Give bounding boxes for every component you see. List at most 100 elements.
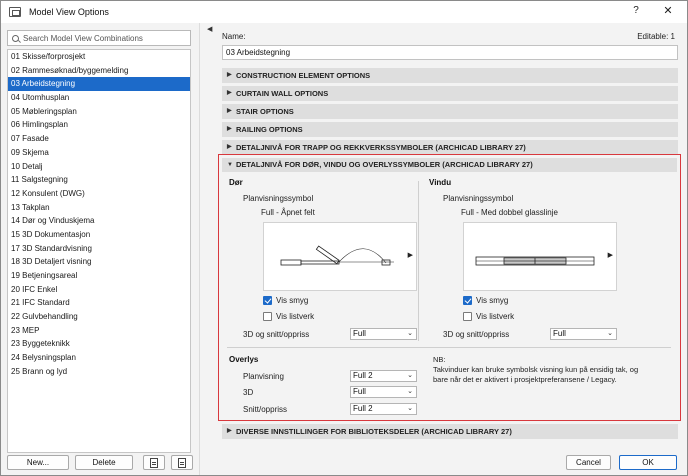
combination-item[interactable]: 18 3D Detaljert visning xyxy=(8,255,190,269)
combination-item[interactable]: 03 Arbeidstegning xyxy=(8,77,190,92)
window-section-label: 3D og snitt/oppriss xyxy=(443,330,510,339)
door-section-select[interactable]: Full ⌄ xyxy=(350,328,417,340)
combination-item[interactable]: 05 Møbleringsplan xyxy=(8,105,190,119)
window-title: Model View Options xyxy=(29,7,109,17)
combination-item[interactable]: 14 Dør og Vinduskjema xyxy=(8,214,190,228)
combination-item[interactable]: 10 Detalj xyxy=(8,160,190,174)
door-title: Dør xyxy=(229,178,243,187)
overlys-3d-label: 3D xyxy=(243,388,254,397)
cancel-button[interactable]: Cancel xyxy=(566,455,611,470)
combination-item[interactable]: 23 MEP xyxy=(8,324,190,338)
close-button[interactable]: ✕ xyxy=(661,4,675,17)
section-diverse-innstillinger[interactable]: ▶ DIVERSE INNSTILLINGER FOR BIBLIOTEKSDE… xyxy=(222,424,678,439)
combination-item[interactable]: 12 Konsulent (DWG) xyxy=(8,187,190,201)
row-divider xyxy=(227,347,671,348)
preview-next-icon[interactable]: ▶ xyxy=(408,251,413,259)
combination-item[interactable]: 22 Gulvbehandling xyxy=(8,310,190,324)
overlys-snitt-label: Snitt/oppriss xyxy=(243,405,288,414)
window-plan-symbol-value: Full - Med dobbel glasslinje xyxy=(461,208,558,217)
window-vis-smyg-checkbox[interactable] xyxy=(463,296,472,305)
combination-item[interactable]: 23 Byggeteknikk xyxy=(8,337,190,351)
options-panel: Name: Editable: 1 03 Arbeidstegning ▶ CO… xyxy=(213,23,687,475)
combination-item[interactable]: 04 Utomhusplan xyxy=(8,91,190,105)
name-field[interactable]: 03 Arbeidstegning xyxy=(222,45,678,60)
select-value: Full 2 xyxy=(353,371,373,380)
section-stair[interactable]: ▶ STAIR OPTIONS xyxy=(222,104,678,119)
import-button[interactable] xyxy=(171,455,193,470)
door-symbol-graphic xyxy=(280,245,394,266)
title-bar: Model View Options ? ✕ xyxy=(1,1,687,23)
door-plan-symbol-label: Planvisningssymbol xyxy=(243,194,314,203)
nb-label: NB: xyxy=(433,355,446,364)
door-section-label: 3D og snitt/oppriss xyxy=(243,330,310,339)
app-icon xyxy=(9,7,21,17)
select-value: Full xyxy=(553,329,566,338)
section-curtain-wall[interactable]: ▶ CURTAIN WALL OPTIONS xyxy=(222,86,678,101)
new-button[interactable]: New... xyxy=(7,455,69,470)
section-title: DETALJNIVÅ FOR TRAPP OG REKKVERKSSYMBOLE… xyxy=(236,143,526,152)
caret-right-icon: ▶ xyxy=(227,144,232,150)
section-title: RAILING OPTIONS xyxy=(236,125,303,134)
panel-splitter[interactable]: ◀ xyxy=(199,23,213,475)
nb-text: Takvinduer kan bruke symbolsk visning ku… xyxy=(433,365,639,384)
select-value: Full xyxy=(353,329,366,338)
section-title: DETALJNIVÅ FOR DØR, VINDU OG OVERLYSSYMB… xyxy=(236,160,533,169)
combination-item[interactable]: 19 Betjeningsareal xyxy=(8,269,190,283)
caret-down-icon: ▼ xyxy=(227,162,233,168)
window-symbol-graphic xyxy=(475,256,595,266)
section-dor-vindu-overlys: ▼ DETALJNIVÅ FOR DØR, VINDU OG OVERLYSSY… xyxy=(218,154,681,421)
caret-right-icon: ▶ xyxy=(227,428,232,434)
preview-next-icon[interactable]: ▶ xyxy=(608,251,613,259)
combination-item[interactable]: 25 Brann og lyd xyxy=(8,365,190,379)
section-trapp-rekkverk[interactable]: ▶ DETALJNIVÅ FOR TRAPP OG REKKVERKSSYMBO… xyxy=(222,140,678,155)
door-symbol-preview[interactable]: ▶ xyxy=(263,222,417,291)
ok-button[interactable]: OK xyxy=(619,455,677,470)
combination-item[interactable]: 17 3D Standardvisning xyxy=(8,242,190,256)
combination-item[interactable]: 24 Belysningsplan xyxy=(8,351,190,365)
combination-item[interactable]: 11 Salgstegning xyxy=(8,173,190,187)
door-vis-smyg-checkbox[interactable] xyxy=(263,296,272,305)
combination-item[interactable]: 13 Takplan xyxy=(8,201,190,215)
section-construction-element[interactable]: ▶ CONSTRUCTION ELEMENT OPTIONS xyxy=(222,68,678,83)
window-vis-smyg-label: Vis smyg xyxy=(476,296,509,305)
section-railing[interactable]: ▶ RAILING OPTIONS xyxy=(222,122,678,137)
combination-item[interactable]: 20 IFC Enkel xyxy=(8,283,190,297)
editable-count: Editable: 1 xyxy=(637,32,675,41)
combination-item[interactable]: 02 Rammesøknad/byggemelding xyxy=(8,64,190,78)
combination-item[interactable]: 09 Skjema xyxy=(8,146,190,160)
search-icon xyxy=(12,34,19,42)
section-title: STAIR OPTIONS xyxy=(236,107,294,116)
overlys-snitt-select[interactable]: Full 2 ⌄ xyxy=(350,403,417,415)
chevron-down-icon: ⌄ xyxy=(407,405,413,412)
section-title: CONSTRUCTION ELEMENT OPTIONS xyxy=(236,71,371,80)
column-divider xyxy=(418,181,419,341)
combination-item[interactable]: 01 Skisse/forprosjekt xyxy=(8,50,190,64)
search-input[interactable] xyxy=(23,33,183,43)
window-vis-listverk-label: Vis listverk xyxy=(476,312,515,321)
window-section-select[interactable]: Full ⌄ xyxy=(550,328,617,340)
door-vis-smyg-label: Vis smyg xyxy=(276,296,309,305)
duplicate-button[interactable] xyxy=(143,455,165,470)
combinations-list[interactable]: 01 Skisse/forprosjekt 02 Rammesøknad/bygg… xyxy=(7,49,191,453)
search-box[interactable] xyxy=(7,30,191,46)
delete-button[interactable]: Delete xyxy=(75,455,133,470)
window-symbol-preview[interactable]: ▶ xyxy=(463,222,617,291)
collapse-arrow-icon[interactable]: ◀ xyxy=(207,25,212,33)
door-vis-listverk-checkbox[interactable] xyxy=(263,312,272,321)
list-actions: New... Delete xyxy=(7,455,193,473)
overlys-3d-select[interactable]: Full ⌄ xyxy=(350,386,417,398)
model-view-options-dialog: Model View Options ? ✕ 01 Skisse/forpros… xyxy=(0,0,688,476)
select-value: Full 2 xyxy=(353,404,373,413)
overlys-planvisning-select[interactable]: Full 2 ⌄ xyxy=(350,370,417,382)
combination-item[interactable]: 15 3D Dokumentasjon xyxy=(8,228,190,242)
window-title: Vindu xyxy=(429,178,452,187)
combination-item[interactable]: 06 Himlingsplan xyxy=(8,118,190,132)
combination-item[interactable]: 21 IFC Standard xyxy=(8,296,190,310)
duplicate-icon xyxy=(150,458,158,468)
caret-right-icon: ▶ xyxy=(227,108,232,114)
expanded-section-header[interactable]: ▼ DETALJNIVÅ FOR DØR, VINDU OG OVERLYSSY… xyxy=(222,158,677,172)
window-vis-listverk-checkbox[interactable] xyxy=(463,312,472,321)
help-button[interactable]: ? xyxy=(629,5,643,16)
overlys-planvisning-label: Planvisning xyxy=(243,372,284,381)
combination-item[interactable]: 07 Fasade xyxy=(8,132,190,146)
